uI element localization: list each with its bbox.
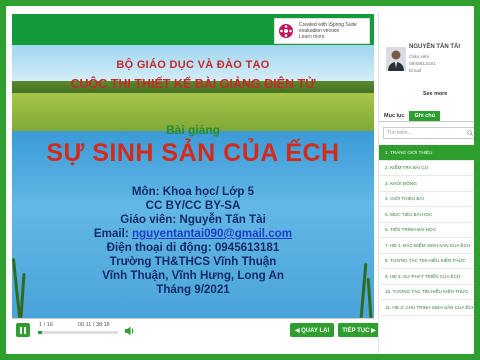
search-icon[interactable] — [467, 130, 473, 136]
slide-counter: 1 / 16 — [39, 322, 53, 328]
menu-item[interactable]: 2. KIỂM TRA BÀI CŨ — [379, 161, 474, 176]
tab-outline[interactable]: Mục lục — [379, 111, 409, 121]
watermark-learn-more[interactable]: Learn more — [299, 34, 357, 40]
menu-item[interactable]: 8. TƯƠNG TÁC TÌM HIỂU KIẾN THỨC — [379, 254, 474, 269]
player-controls: 1 / 16 00:11 / 38:18 ◀ QUAY LẠI TIẾP TỤC… — [12, 318, 380, 340]
address-line: Vĩnh Thuận, Vĩnh Hưng, Long An — [102, 269, 284, 282]
menu-item[interactable]: 6. TIẾN TRÌNH BÀI HỌC — [379, 223, 474, 238]
previous-button[interactable]: ◀ QUAY LẠI — [290, 323, 334, 337]
author-avatar — [386, 47, 406, 71]
pause-icon — [20, 326, 22, 334]
email-link[interactable]: nguyentantai090@gmail.com — [132, 227, 292, 240]
license-line: CC BY/CC BY-SA — [145, 199, 241, 212]
player-frame: Created with iSpring Suite evaluation ve… — [0, 0, 480, 360]
slide-canvas: BỘ GIÁO DỤC VÀ ĐÀO TẠO CUỘC THI THIẾT KẾ… — [12, 45, 374, 318]
pause-icon — [24, 326, 26, 334]
ispring-logo-icon — [277, 22, 295, 40]
time-readout: 00:11 / 38:18 — [78, 322, 110, 328]
sidebar-tabs: Mục lục Ghi chú — [379, 108, 474, 122]
menu-item[interactable]: 3. KHỞI ĐỘNG — [379, 176, 474, 192]
lesson-title: SỰ SINH SẢN CỦA ẾCH — [46, 139, 340, 167]
ispring-watermark[interactable]: Created with iSpring Suite evaluation ve… — [274, 18, 370, 44]
date-line: Tháng 9/2021 — [156, 283, 230, 296]
school-line: Trường TH&THCS Vĩnh Thuận — [109, 255, 277, 268]
author-role: Giáo viên — [409, 55, 430, 60]
contest-title: CUỘC THI THIẾT KẾ BÀI GIẢNG ĐIỆN TỬ — [70, 77, 316, 91]
menu-item[interactable]: 11. HĐ 3: CHU TRÌNH SINH SẢN CỦA ẾCH — [379, 300, 474, 316]
phone-line: Điện thoại di động: 0945613181 — [106, 241, 280, 254]
lesson-label: Bài giảng — [165, 123, 220, 137]
menu-item[interactable]: 4. GIỚI THIỆU BÀI — [379, 192, 474, 207]
search-input[interactable]: Tìm kiếm... — [383, 127, 474, 139]
seek-bar-fill — [38, 331, 42, 334]
tab-notes[interactable]: Ghi chú — [409, 111, 440, 121]
volume-icon[interactable] — [124, 324, 136, 336]
teacher-line: Giáo viên: Nguyễn Tấn Tài — [120, 213, 266, 226]
see-more-link[interactable]: See more — [423, 91, 447, 97]
email-line: Email: nguyentantai090@gmail.com — [12, 227, 374, 241]
menu-item[interactable]: 5. MỤC TIÊU BÀI HỌC — [379, 207, 474, 223]
sidebar: NGUYỄN TẤN TÀI Giáo viên 0945613181 Emai… — [378, 12, 474, 354]
outline-menu: 1. TRANG GIỚI THIỆU 2. KIỂM TRA BÀI CŨ 3… — [379, 145, 474, 316]
lesson-info: Môn: Khoa học/ Lớp 5 CC BY/CC BY-SA Giáo… — [12, 185, 374, 297]
menu-item[interactable]: 9. HĐ 2: SỰ PHÁT TRIỂN CỦA ẾCH — [379, 269, 474, 285]
menu-item[interactable]: 1. TRANG GIỚI THIỆU — [379, 145, 474, 161]
pause-button[interactable] — [16, 323, 30, 337]
seek-bar[interactable] — [38, 331, 118, 334]
subject-line: Môn: Khoa học/ Lớp 5 — [131, 185, 255, 198]
email-label: Email: — [93, 227, 132, 240]
next-button[interactable]: TIẾP TỤC ▶ — [338, 323, 380, 337]
menu-item[interactable]: 7. HĐ 1: ĐẶC ĐIỂM SINH SẢN CỦA ẾCH — [379, 238, 474, 254]
author-email: Email — [409, 69, 421, 74]
author-phone: 0945613181 — [409, 62, 436, 67]
author-name: NGUYỄN TẤN TÀI — [409, 44, 460, 50]
menu-item[interactable]: 10. TƯƠNG TÁC TÌM HIỂU KIẾN THỨC — [379, 285, 474, 300]
ministry-title: BỘ GIÁO DỤC VÀ ĐÀO TẠO — [116, 59, 270, 71]
search-placeholder: Tìm kiếm... — [387, 130, 412, 136]
